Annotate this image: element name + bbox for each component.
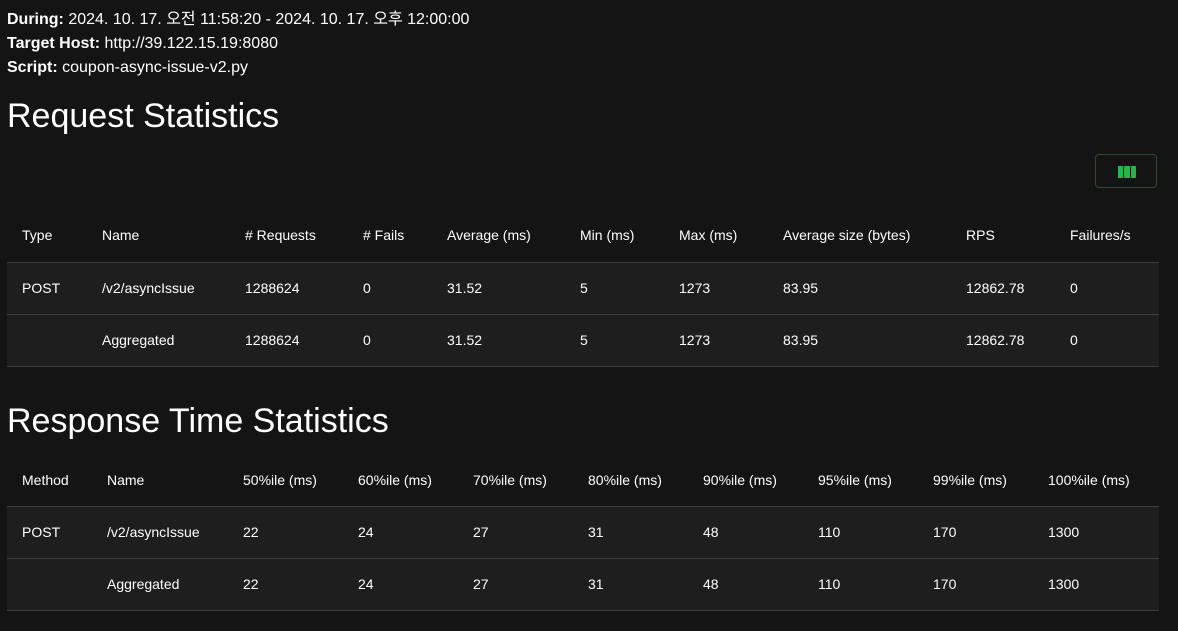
column-header: 100%ile (ms) bbox=[1048, 471, 1130, 488]
table-header-row: Type Name # Requests # Fails Average (ms) Min… bbox=[7, 208, 1159, 262]
column-header: Min (ms) bbox=[580, 226, 635, 243]
target-host-value: http://39.122.15.19:8080 bbox=[104, 35, 278, 52]
column-header: 95%ile (ms) bbox=[818, 471, 892, 488]
table-cell: 1288624 bbox=[245, 332, 300, 348]
request-statistics-body: POST/v2/asyncIssue 1288624 0 31.52 5 1273 83.9… bbox=[7, 262, 1159, 366]
table-cell: 22 bbox=[243, 524, 259, 540]
table-cell: Aggregated bbox=[102, 332, 175, 348]
column-header: Failures/s bbox=[1070, 226, 1131, 243]
column-header: # Requests bbox=[245, 226, 316, 243]
table-cell: 24 bbox=[358, 524, 374, 540]
script-value: coupon-async-issue-v2.py bbox=[62, 59, 248, 76]
column-header: 50%ile (ms) bbox=[243, 471, 317, 488]
during-label: During: bbox=[7, 11, 64, 28]
table-cell: 110 bbox=[818, 524, 841, 540]
during-value: 2024. 10. 17. 오전 11:58:20 - 2024. 10. 17… bbox=[68, 11, 470, 28]
target-host-row: Target Host: http://39.122.15.19:8080 bbox=[7, 32, 469, 56]
table-cell: 1300 bbox=[1048, 576, 1080, 592]
table-cell: /v2/asyncIssue bbox=[102, 280, 195, 296]
column-header: Name bbox=[107, 471, 145, 488]
column-header: 60%ile (ms) bbox=[358, 471, 432, 488]
table-cell: 27 bbox=[473, 524, 489, 540]
table-cell: 0 bbox=[363, 280, 371, 296]
table-cell: 5 bbox=[580, 280, 588, 296]
table-cell: 31 bbox=[588, 524, 604, 540]
table-cell: 0 bbox=[1070, 280, 1078, 296]
script-label: Script: bbox=[7, 59, 58, 76]
table-cell: 1273 bbox=[679, 280, 711, 296]
table-cell: 31.52 bbox=[447, 332, 483, 348]
table-cell: 1300 bbox=[1048, 524, 1080, 540]
table-cell: 12862.78 bbox=[966, 280, 1025, 296]
column-header: Average size (bytes) bbox=[783, 226, 911, 243]
response-time-statistics-header: Method Name 50%ile (ms) 60%ile (ms) 70%ile (… bbox=[7, 454, 1159, 506]
table-cell: 5 bbox=[580, 332, 588, 348]
table-cell: 31 bbox=[588, 576, 604, 592]
table-cell: 0 bbox=[1070, 332, 1078, 348]
column-header: # Fails bbox=[363, 226, 405, 243]
column-header: Average (ms) bbox=[447, 226, 531, 243]
column-header: Type bbox=[22, 226, 53, 243]
column-header: Name bbox=[102, 226, 140, 243]
table-cell: 12862.78 bbox=[966, 332, 1025, 348]
response-time-statistics-title: Response Time Statistics bbox=[7, 402, 389, 440]
request-statistics-header: Type Name # Requests # Fails Average (ms) Min… bbox=[7, 208, 1159, 262]
columns-icon bbox=[1118, 166, 1136, 178]
script-row: Script: coupon-async-issue-v2.py bbox=[7, 56, 469, 80]
table-cell: 31.52 bbox=[447, 280, 483, 296]
table-cell: 110 bbox=[818, 576, 841, 592]
table-row: POST/v2/asyncIssue 22 24 27 31 48 110 170 1300 bbox=[7, 506, 1159, 558]
table-cell: 83.95 bbox=[783, 280, 819, 296]
column-header: Method bbox=[22, 471, 69, 488]
table-cell: 48 bbox=[703, 524, 719, 540]
table-row: Aggregated 22 24 27 31 48 110 170 1300 bbox=[7, 558, 1159, 610]
column-header: 99%ile (ms) bbox=[933, 471, 1007, 488]
table-cell bbox=[7, 314, 87, 366]
response-time-statistics-body: POST/v2/asyncIssue 22 24 27 31 48 110 170 1300 Ag… bbox=[7, 506, 1159, 610]
column-header: 90%ile (ms) bbox=[703, 471, 777, 488]
column-header: 80%ile (ms) bbox=[588, 471, 662, 488]
table-cell: 0 bbox=[363, 332, 371, 348]
table-cell: Aggregated bbox=[107, 576, 180, 592]
target-host-label: Target Host: bbox=[7, 35, 101, 52]
table-cell: 170 bbox=[933, 524, 957, 540]
report-page: During: 2024. 10. 17. 오전 11:58:20 - 2024… bbox=[0, 0, 1178, 631]
table-cell bbox=[7, 558, 92, 610]
during-row: During: 2024. 10. 17. 오전 11:58:20 - 2024… bbox=[7, 8, 469, 32]
column-header: Max (ms) bbox=[679, 226, 738, 243]
table-cell: 22 bbox=[243, 576, 259, 592]
table-cell: 27 bbox=[473, 576, 489, 592]
request-statistics-title: Request Statistics bbox=[7, 97, 280, 135]
column-header: RPS bbox=[966, 226, 995, 243]
table-cell: 83.95 bbox=[783, 332, 819, 348]
table-cell: POST bbox=[22, 280, 61, 296]
table-cell: 1273 bbox=[679, 332, 711, 348]
table-cell: /v2/asyncIssue bbox=[107, 524, 200, 540]
table-cell: 170 bbox=[933, 576, 957, 592]
request-statistics-table: Type Name # Requests # Fails Average (ms) Min… bbox=[7, 208, 1159, 367]
column-header: 70%ile (ms) bbox=[473, 471, 547, 488]
response-time-statistics-table: Method Name 50%ile (ms) 60%ile (ms) 70%ile (… bbox=[7, 454, 1159, 611]
table-cell: 48 bbox=[703, 576, 719, 592]
report-meta: During: 2024. 10. 17. 오전 11:58:20 - 2024… bbox=[7, 8, 469, 80]
table-header-row: Method Name 50%ile (ms) 60%ile (ms) 70%ile (… bbox=[7, 454, 1159, 506]
table-cell: POST bbox=[22, 524, 61, 540]
columns-toggle-button[interactable] bbox=[1095, 154, 1157, 188]
table-row: POST/v2/asyncIssue 1288624 0 31.52 5 1273 83.9… bbox=[7, 262, 1159, 314]
table-cell: 1288624 bbox=[245, 280, 300, 296]
table-cell: 24 bbox=[358, 576, 374, 592]
table-row: Aggregated 1288624 0 31.52 5 1273 83.95 12862.7… bbox=[7, 314, 1159, 366]
